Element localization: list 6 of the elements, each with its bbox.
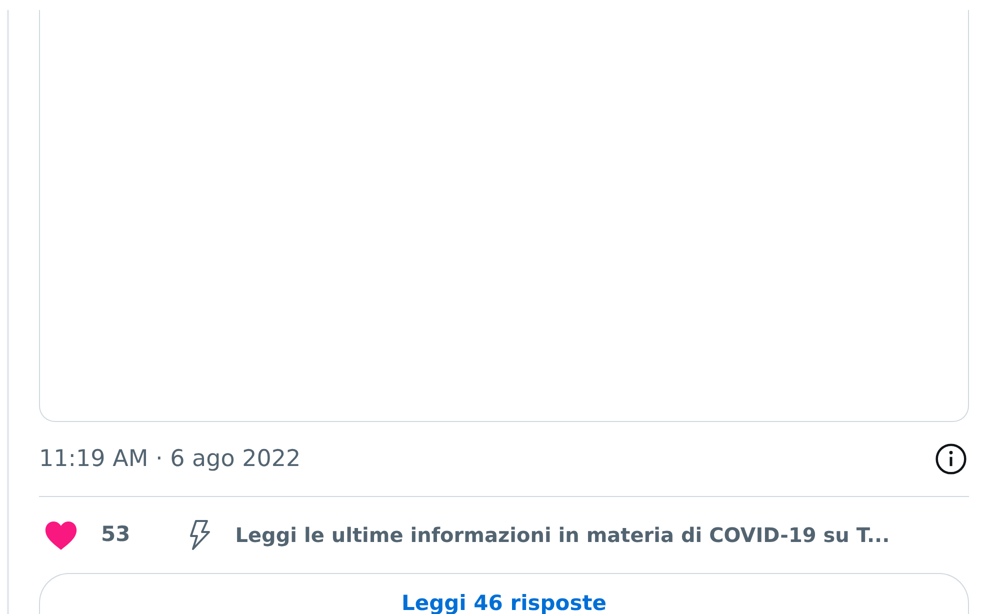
like-count[interactable]: 53 — [101, 519, 130, 551]
timestamp[interactable]: 11:19 AM · 6 ago 2022 — [39, 442, 301, 476]
covid-info-link[interactable]: Leggi le ultime informazioni in materia di COVID-19 su T... — [235, 520, 890, 550]
lightning-icon — [187, 519, 212, 551]
heart-icon[interactable] — [44, 519, 78, 551]
info-icon[interactable] — [934, 442, 968, 476]
